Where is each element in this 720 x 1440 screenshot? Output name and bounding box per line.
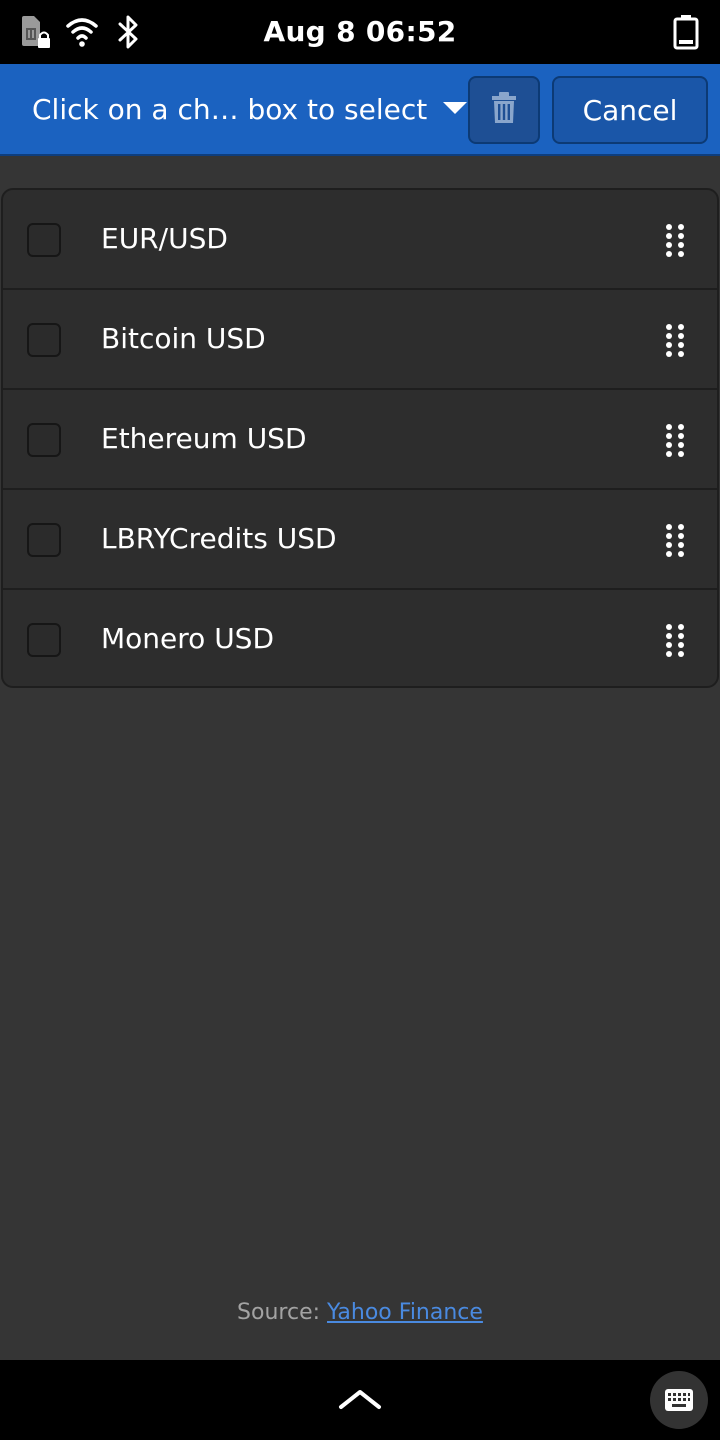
caret-down-icon — [443, 100, 468, 119]
keyboard-icon[interactable] — [650, 1371, 708, 1429]
list-item[interactable]: Monero USD — [3, 590, 717, 686]
yahoo-finance-link[interactable]: Yahoo Finance — [327, 1300, 483, 1325]
clock: Aug 8 06:52 — [263, 15, 457, 48]
list-item[interactable]: LBRYCredits USD — [3, 490, 717, 590]
row-checkbox[interactable] — [27, 323, 61, 357]
row-label: Bitcoin USD — [101, 322, 266, 355]
selection-menu-button[interactable]: Click on a ch… box to select — [16, 74, 468, 144]
selection-title: Click on a ch… box to select — [32, 92, 428, 126]
row-checkbox[interactable] — [27, 423, 61, 457]
source-footer: Source: Yahoo Finance — [0, 1300, 720, 1325]
list-item[interactable]: Bitcoin USD — [3, 290, 717, 390]
row-label: EUR/USD — [101, 222, 228, 255]
row-label: Ethereum USD — [101, 422, 307, 455]
row-checkbox[interactable] — [27, 623, 61, 657]
drag-handle-icon[interactable] — [657, 418, 693, 462]
cancel-label: Cancel — [582, 93, 678, 127]
trash-icon — [489, 92, 519, 128]
drag-handle-icon[interactable] — [657, 218, 693, 262]
drag-handle-icon[interactable] — [657, 618, 693, 662]
row-label: Monero USD — [101, 622, 275, 655]
list-item[interactable]: Ethereum USD — [3, 390, 717, 490]
status-bar: Aug 8 06:52 — [0, 0, 720, 64]
drag-handle-icon[interactable] — [657, 518, 693, 562]
row-label: LBRYCredits USD — [101, 522, 337, 555]
cancel-button[interactable]: Cancel — [552, 76, 708, 144]
row-checkbox[interactable] — [27, 523, 61, 557]
source-prefix: Source: — [237, 1300, 328, 1325]
list-item[interactable]: EUR/USD — [3, 190, 717, 290]
pair-list: EUR/USD Bitcoin USD Ethereum USD LBRYCre… — [1, 188, 719, 688]
delete-button[interactable] — [468, 76, 540, 144]
navigation-bar — [0, 1360, 720, 1440]
header-bar: Click on a ch… box to select Cancel — [0, 64, 720, 156]
row-checkbox[interactable] — [27, 223, 61, 257]
chevron-up-icon[interactable] — [330, 1376, 390, 1422]
drag-handle-icon[interactable] — [657, 318, 693, 362]
battery-icon — [672, 14, 700, 54]
